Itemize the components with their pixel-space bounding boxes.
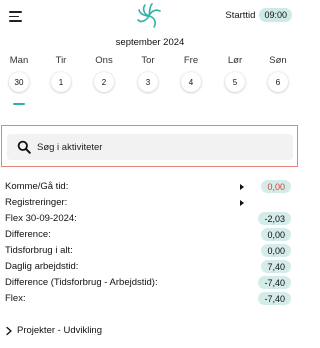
day-button-thu[interactable]: 3 — [138, 72, 158, 92]
chevron-right-icon — [6, 326, 12, 335]
menu-icon-line-middle — [9, 15, 19, 18]
menu-icon-line-top — [9, 11, 22, 13]
row-value: -2,03 — [258, 212, 291, 225]
row-label: Komme/Gå tid: — [5, 181, 69, 192]
arrow-right-icon — [240, 184, 244, 190]
row-label: Flex: — [5, 293, 26, 304]
day-name-sun: Søn — [269, 55, 287, 66]
day-name-tue: Tir — [55, 55, 67, 66]
summary-row-tidsforbrug: Tidsforbrug i alt: 0,00 — [0, 244, 300, 260]
row-label: Daglig arbejdstid: — [5, 261, 79, 272]
start-time-area[interactable]: Starttid 09:00 — [225, 8, 292, 22]
day-button-sun[interactable]: 6 — [268, 72, 288, 92]
selected-day-indicator — [13, 103, 25, 105]
row-label: Difference (Tidsforbrug - Arbejdstid): — [5, 277, 158, 288]
summary-row-difference-tid: Difference (Tidsforbrug - Arbejdstid): -… — [0, 276, 300, 292]
projects-label: Projekter - Udvikling — [17, 325, 102, 336]
row-value: 0,00 — [261, 244, 291, 257]
day-button-wed[interactable]: 2 — [94, 72, 114, 92]
row-value: -7,40 — [258, 276, 291, 289]
menu-icon-line-bottom — [9, 20, 22, 22]
arrow-right-icon — [240, 200, 244, 206]
start-time-label: Starttid — [225, 9, 256, 21]
search-bar[interactable] — [7, 134, 293, 160]
day-button-mon[interactable]: 30 — [9, 72, 29, 92]
day-button-tue[interactable]: 1 — [51, 72, 71, 92]
row-value: 7,40 — [261, 260, 291, 273]
row-label: Difference: — [5, 229, 51, 240]
start-time-badge[interactable]: 09:00 — [259, 8, 292, 22]
summary-row-flex: Flex: -7,40 — [0, 292, 300, 308]
day-name-fri: Fre — [183, 55, 199, 66]
logo-icon — [134, 2, 164, 30]
summary-row-flex-date: Flex 30-09-2024: -2,03 — [0, 212, 300, 228]
day-name-thu: Tor — [141, 55, 155, 66]
day-name-mon: Man — [9, 55, 29, 66]
day-name-wed: Ons — [95, 55, 113, 66]
summary-row-registreringer[interactable]: Registreringer: — [0, 196, 300, 212]
calendar-month: september 2024 — [115, 37, 185, 48]
row-value: -7,40 — [258, 292, 291, 305]
row-label: Flex 30-09-2024: — [5, 213, 77, 224]
summary-row-difference: Difference: 0,00 — [0, 228, 300, 244]
day-name-sat: Lør — [227, 55, 243, 66]
day-button-fri[interactable]: 4 — [181, 72, 201, 92]
summary-row-komme-ga[interactable]: Komme/Gå tid: 0,00 — [0, 180, 300, 196]
row-value: 0,00 — [261, 228, 291, 241]
search-icon — [17, 140, 31, 154]
search-input[interactable] — [37, 138, 282, 156]
summary-row-daglig-arbejdstid: Daglig arbejdstid: 7,40 — [0, 260, 300, 276]
menu-button[interactable] — [9, 9, 25, 23]
projects-section-toggle[interactable]: Projekter - Udvikling — [4, 325, 102, 336]
row-value: 0,00 — [261, 180, 291, 193]
row-label: Tidsforbrug i alt: — [5, 245, 73, 256]
row-label: Registreringer: — [5, 197, 68, 208]
day-button-sat[interactable]: 5 — [225, 72, 245, 92]
